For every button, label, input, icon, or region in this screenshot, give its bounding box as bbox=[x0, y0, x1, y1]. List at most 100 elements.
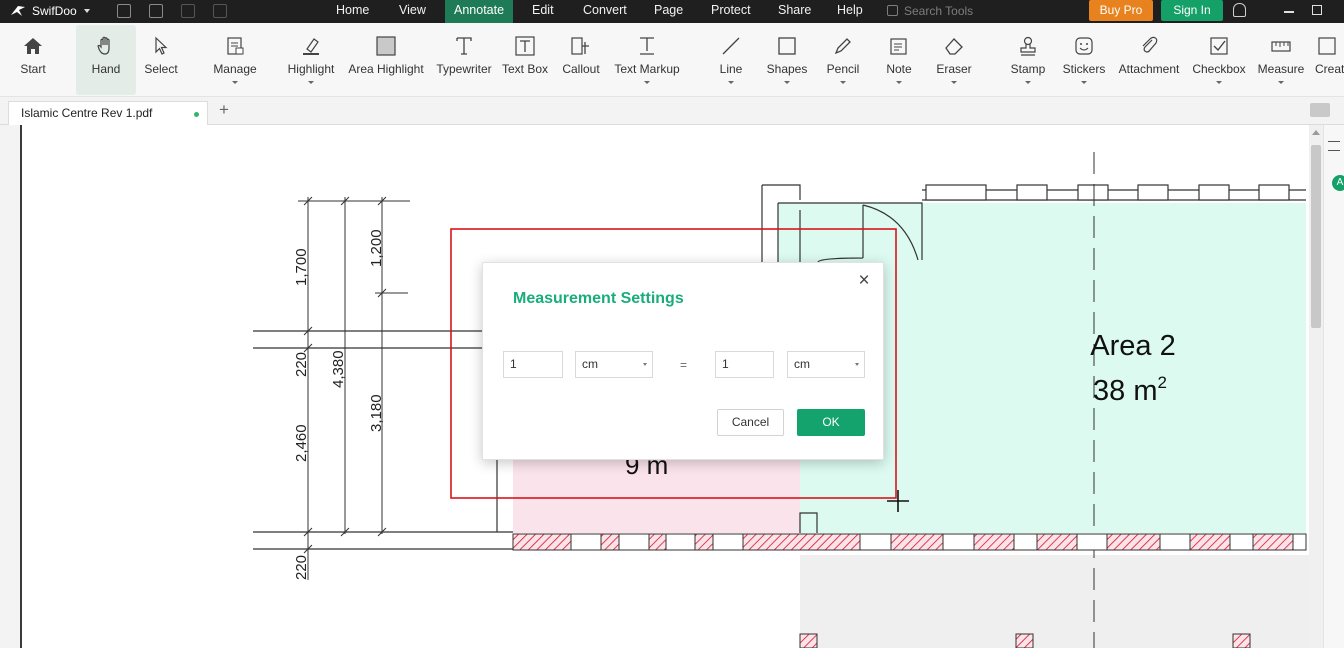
dim-label-4380: 4,380 bbox=[330, 350, 347, 388]
restore-icon[interactable] bbox=[1312, 5, 1322, 15]
create-icon bbox=[1318, 37, 1336, 55]
scale-left-unit-value: cm bbox=[582, 357, 598, 371]
app-menu[interactable]: SwifDoo bbox=[10, 3, 91, 19]
scrollbar-thumb[interactable] bbox=[1311, 145, 1321, 328]
stickers-caret-icon bbox=[1081, 81, 1087, 84]
tool-start[interactable]: Start bbox=[8, 25, 58, 95]
dim-label-220b: 220 bbox=[293, 555, 310, 580]
shapes-icon bbox=[778, 37, 796, 55]
bell-icon[interactable] bbox=[1233, 3, 1246, 17]
cancel-button[interactable]: Cancel bbox=[717, 409, 784, 436]
menu-help[interactable]: Help bbox=[828, 0, 872, 23]
scale-right-unit-value: cm bbox=[794, 357, 810, 371]
panel-toggle-icon[interactable] bbox=[1310, 103, 1330, 117]
area-2-value-sup: 2 bbox=[1157, 373, 1166, 392]
text-markup-icon bbox=[640, 37, 654, 55]
scroll-up-icon[interactable] bbox=[1312, 130, 1320, 135]
text-box-icon bbox=[515, 36, 535, 56]
tool-attachment-label: Attachment bbox=[1118, 62, 1180, 76]
tool-checkbox[interactable]: Checkbox bbox=[1190, 25, 1248, 95]
tool-line[interactable]: Line bbox=[708, 25, 754, 95]
tool-start-label: Start bbox=[20, 62, 46, 76]
swifdoo-logo-icon bbox=[11, 6, 25, 16]
document-tab[interactable]: Islamic Centre Rev 1.pdf bbox=[8, 101, 208, 125]
tool-select[interactable]: Select bbox=[136, 25, 186, 95]
redo-icon[interactable] bbox=[213, 4, 227, 18]
menu-annotate[interactable]: Annotate bbox=[445, 0, 514, 23]
minimize-icon[interactable] bbox=[1284, 11, 1294, 13]
scale-right-unit-select[interactable]: cm bbox=[787, 351, 865, 378]
eraser-icon bbox=[945, 38, 963, 55]
tool-stamp[interactable]: Stamp bbox=[1004, 25, 1052, 95]
tool-text-box[interactable]: Text Box bbox=[500, 25, 550, 95]
tool-select-label: Select bbox=[144, 62, 178, 76]
pencil-icon bbox=[834, 38, 851, 55]
tool-area-highlight[interactable]: Area Highlight bbox=[344, 25, 428, 95]
tool-attachment[interactable]: Attachment bbox=[1116, 25, 1182, 95]
menu-share[interactable]: Share bbox=[769, 0, 820, 23]
tool-typewriter[interactable]: Typewriter bbox=[434, 25, 494, 95]
dimension-lines bbox=[298, 196, 410, 580]
menu-home[interactable]: Home bbox=[327, 0, 378, 23]
left-margin bbox=[0, 125, 22, 648]
ai-assistant-badge[interactable]: A bbox=[1332, 175, 1344, 191]
tool-checkbox-label: Checkbox bbox=[1192, 62, 1246, 76]
tool-pencil[interactable]: Pencil bbox=[820, 25, 866, 95]
scale-left-unit-select[interactable]: cm bbox=[575, 351, 653, 378]
scale-left-value-input[interactable]: 1 bbox=[503, 351, 563, 378]
menu-convert[interactable]: Convert bbox=[574, 0, 636, 23]
tool-eraser[interactable]: Eraser bbox=[930, 25, 978, 95]
tool-measure[interactable]: Measure bbox=[1254, 25, 1308, 95]
buy-pro-button[interactable]: Buy Pro bbox=[1089, 0, 1153, 21]
ok-button[interactable]: OK bbox=[797, 409, 865, 436]
tool-measure-label: Measure bbox=[1257, 62, 1305, 76]
tool-create[interactable]: Creat bbox=[1312, 25, 1344, 95]
dim-label-220a: 220 bbox=[293, 352, 310, 377]
panel-menu-icon[interactable] bbox=[1328, 141, 1340, 151]
menu-view[interactable]: View bbox=[390, 0, 435, 23]
area-2-value: 38 m2 bbox=[1093, 373, 1167, 407]
stamp-icon bbox=[1020, 36, 1036, 56]
tool-highlight[interactable]: Highlight bbox=[282, 25, 340, 95]
save-icon[interactable] bbox=[117, 4, 131, 18]
tool-line-label: Line bbox=[719, 62, 743, 76]
dim-label-1200: 1,200 bbox=[368, 229, 385, 267]
undo-icon[interactable] bbox=[181, 4, 195, 18]
vertical-scrollbar[interactable] bbox=[1309, 125, 1323, 648]
tool-shapes[interactable]: Shapes bbox=[762, 25, 812, 95]
menu-edit[interactable]: Edit bbox=[523, 0, 563, 23]
print-icon[interactable] bbox=[149, 4, 163, 18]
dim-label-1700: 1,700 bbox=[293, 248, 310, 286]
dialog-title: Measurement Settings bbox=[513, 290, 684, 307]
tool-text-markup[interactable]: Text Markup bbox=[612, 25, 682, 95]
paperclip-icon bbox=[1142, 36, 1158, 53]
tool-note[interactable]: Note bbox=[876, 25, 922, 95]
add-tab-button[interactable]: + bbox=[219, 101, 229, 119]
area-highlight-icon bbox=[376, 36, 396, 56]
tool-create-label: Creat bbox=[1315, 62, 1344, 76]
tool-note-label: Note bbox=[886, 62, 912, 76]
shapes-caret-icon bbox=[784, 81, 790, 84]
typewriter-icon bbox=[456, 37, 472, 55]
measurement-settings-dialog: Measurement Settings × 1 cm = 1 cm Cance… bbox=[482, 262, 884, 460]
tool-stickers-label: Stickers bbox=[1062, 62, 1106, 76]
tool-stickers[interactable]: Stickers bbox=[1058, 25, 1110, 95]
sign-in-button[interactable]: Sign In bbox=[1161, 0, 1223, 21]
checkbox-icon bbox=[1210, 37, 1228, 55]
tool-hand[interactable]: Hand bbox=[76, 25, 136, 95]
pencil-caret-icon bbox=[840, 81, 846, 84]
menu-protect[interactable]: Protect bbox=[702, 0, 760, 23]
dim-label-2460: 2,460 bbox=[293, 424, 310, 462]
scale-right-value-input[interactable]: 1 bbox=[715, 351, 774, 378]
callout-icon bbox=[571, 37, 589, 55]
area-2-value-text: 38 m bbox=[1093, 375, 1157, 407]
tool-callout[interactable]: Callout bbox=[556, 25, 606, 95]
tool-manage[interactable]: Manage bbox=[206, 25, 264, 95]
search-icon bbox=[887, 5, 898, 16]
app-name: SwifDoo bbox=[32, 4, 77, 18]
equals-sign: = bbox=[680, 358, 688, 372]
dim-label-3180: 3,180 bbox=[368, 394, 385, 432]
close-icon[interactable]: × bbox=[856, 271, 872, 290]
menu-page[interactable]: Page bbox=[645, 0, 692, 23]
search-tools-input[interactable]: Search Tools bbox=[884, 2, 1080, 21]
